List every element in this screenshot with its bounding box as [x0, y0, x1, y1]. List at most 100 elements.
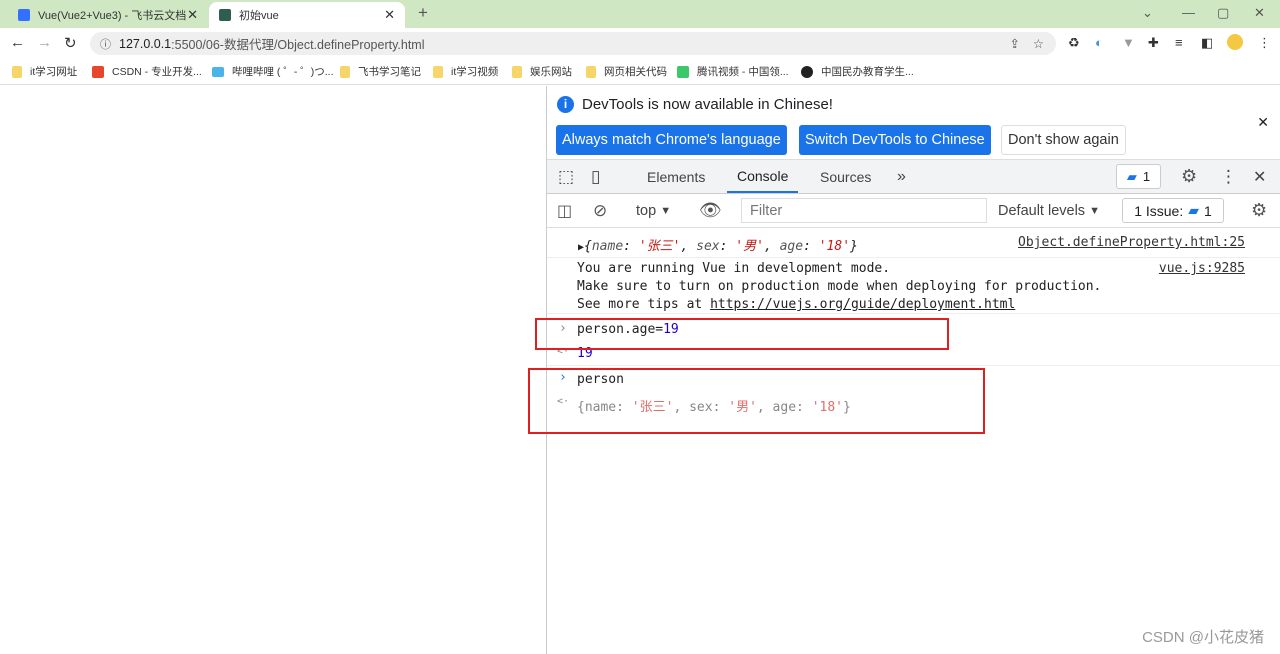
message-icon: ▰	[1126, 168, 1137, 184]
bookmark-folder[interactable]: it学习网址	[12, 64, 77, 79]
close-devtools-icon[interactable]: ✕	[1253, 160, 1266, 193]
match-language-button[interactable]: Always match Chrome's language	[556, 125, 787, 155]
tab-sources[interactable]: Sources	[820, 160, 871, 193]
vue-devtools-icon[interactable]: ▼	[1122, 35, 1135, 50]
doc-favicon-icon	[18, 9, 30, 21]
expand-triangle-icon[interactable]: ▶	[578, 242, 584, 253]
star-icon[interactable]: ☆	[1033, 36, 1044, 51]
source-link[interactable]: vue.js:9285	[1159, 261, 1245, 276]
issues-button[interactable]: 1 Issue: ▰ 1	[1122, 198, 1224, 223]
url-path: :5500/06-数据代理/Object.defineProperty.html	[171, 38, 425, 52]
media-icon[interactable]: ≡	[1175, 35, 1183, 50]
console-log-object: ▶{name: '张三', sex: '男', age: '18'} Objec…	[547, 228, 1280, 258]
tab-console[interactable]: Console	[727, 160, 799, 193]
bookmark-label: 娱乐网站	[530, 66, 572, 78]
dont-show-again-button[interactable]: Don't show again	[1001, 125, 1126, 155]
bookmark-label: it学习网址	[30, 66, 78, 78]
avatar[interactable]	[1227, 34, 1243, 50]
highlight-box	[528, 368, 985, 434]
language-banner: i DevTools is now available in Chinese! …	[547, 86, 1280, 160]
message-line: You are running Vue in development mode.	[577, 261, 891, 276]
back-icon[interactable]: ←	[10, 34, 25, 51]
maximize-button[interactable]: ▢	[1217, 5, 1229, 21]
switch-language-button[interactable]: Switch DevTools to Chinese	[799, 125, 991, 155]
bookmark-folder[interactable]: it学习视频	[433, 64, 498, 79]
folder-icon	[586, 65, 596, 78]
bookmarks-bar: it学习网址 CSDN - 专业开发... 哔哩哔哩 ( ゜- ゜)つ... 飞…	[0, 58, 1280, 85]
bookmark-folder[interactable]: 网页相关代码	[586, 64, 667, 79]
device-toolbar-icon[interactable]: ▯	[591, 160, 600, 193]
docs-link[interactable]: https://vuejs.org/guide/deployment.html	[710, 297, 1015, 312]
recycle-extension-icon[interactable]: ♻	[1068, 35, 1080, 51]
console-vue-message: You are running Vue in development mode.…	[547, 258, 1280, 314]
watermark: CSDN @小花皮猪	[1142, 629, 1264, 646]
tab-elements[interactable]: Elements	[647, 160, 705, 193]
tab-feishu[interactable]: Vue(Vue2+Vue3) - 飞书云文档 ✕	[8, 2, 208, 28]
folder-icon	[12, 65, 22, 78]
minimize-button[interactable]: —	[1182, 5, 1195, 20]
context-value: top	[636, 202, 657, 219]
reload-icon[interactable]: ↻	[64, 34, 77, 52]
context-selector[interactable]: top ▼	[636, 194, 671, 227]
dropdown-icon: ▼	[660, 204, 672, 217]
bilibili-icon	[212, 66, 224, 77]
close-window-button[interactable]: ✕	[1254, 5, 1265, 21]
browser-toolbar: ← → ↻ ⓘ 127.0.0.1:5500/06-数据代理/Object.de…	[0, 28, 1280, 58]
close-tab-icon[interactable]: ✕	[384, 7, 395, 23]
tab-strip: Vue(Vue2+Vue3) - 飞书云文档 ✕ 初始vue ✕ + ⌄ — ▢…	[0, 0, 1280, 28]
devtools-tabs: ⬚ ▯ Elements Console Sources » ▰ 1 ⚙ ⋮ ✕	[547, 160, 1280, 194]
settings-icon[interactable]: ⚙	[1181, 160, 1197, 193]
source-link[interactable]: Object.defineProperty.html:25	[1018, 235, 1245, 250]
bookmark-bilibili[interactable]: 哔哩哔哩 ( ゜- ゜)つ...	[212, 64, 334, 79]
bookmark-label: 中国民办教育学生...	[821, 66, 914, 78]
bookmark-tencent-video[interactable]: 腾讯视频 - 中国领...	[677, 64, 789, 79]
bookmark-label: CSDN - 专业开发...	[112, 66, 202, 78]
puzzle-icon[interactable]: ✚	[1148, 35, 1159, 51]
bookmark-csdn[interactable]: CSDN - 专业开发...	[92, 64, 202, 79]
dropdown-icon: ▼	[1089, 204, 1100, 217]
inspect-element-icon[interactable]: ⬚	[558, 160, 574, 193]
bookmark-folder[interactable]: 娱乐网站	[512, 64, 572, 79]
levels-value: Default levels	[998, 202, 1086, 219]
banner-text: DevTools is now available in Chinese!	[582, 96, 833, 113]
folder-icon	[433, 65, 443, 78]
side-panel-icon[interactable]: ◧	[1201, 35, 1213, 51]
folder-icon	[512, 65, 522, 78]
address-bar[interactable]: ⓘ 127.0.0.1:5500/06-数据代理/Object.definePr…	[90, 32, 1056, 55]
more-options-icon[interactable]: ⋮	[1220, 160, 1237, 193]
sidebar-toggle-icon[interactable]: ◫	[557, 194, 572, 227]
csdn-icon	[92, 65, 104, 78]
close-banner-icon[interactable]: ✕	[1257, 114, 1269, 131]
object-preview[interactable]: ▶{name: '张三', sex: '男', age: '18'}	[578, 235, 858, 254]
tab-title: Vue(Vue2+Vue3) - 飞书云文档	[38, 10, 187, 22]
info-icon: i	[557, 96, 574, 113]
log-levels-dropdown[interactable]: Default levels ▼	[998, 194, 1100, 227]
console-settings-icon[interactable]: ⚙	[1251, 194, 1267, 227]
menu-icon[interactable]: ⋮	[1258, 35, 1271, 51]
bookmark-label: 腾讯视频 - 中国领...	[697, 66, 789, 78]
issues-count: 1	[1204, 202, 1212, 219]
more-tabs-icon[interactable]: »	[897, 160, 906, 193]
message-line: See more tips at https://vuejs.org/guide…	[577, 297, 1016, 312]
messages-badge[interactable]: ▰ 1	[1116, 164, 1161, 189]
tab-title: 初始vue	[239, 10, 279, 22]
folder-icon	[340, 65, 350, 78]
tab-search-icon[interactable]: ⌄	[1142, 5, 1153, 21]
forward-icon[interactable]: →	[37, 34, 52, 51]
info-icon: ⓘ	[100, 38, 111, 51]
bookmark-label: it学习视频	[451, 66, 499, 78]
extension-icon[interactable]: ◐	[1095, 35, 1103, 50]
bookmark-label: 网页相关代码	[604, 66, 667, 78]
tab-vue[interactable]: 初始vue ✕	[209, 2, 405, 28]
bookmark-folder[interactable]: 飞书学习笔记	[340, 64, 421, 79]
share-icon[interactable]: ⇪	[1010, 36, 1020, 51]
bookmark-globe[interactable]: 中国民办教育学生...	[801, 64, 914, 79]
page-viewport	[0, 86, 546, 654]
filter-input[interactable]	[741, 198, 987, 223]
new-tab-button[interactable]: +	[418, 3, 428, 23]
close-tab-icon[interactable]: ✕	[187, 7, 198, 23]
clear-console-icon[interactable]: ⊘	[593, 194, 607, 227]
live-expression-eye-icon[interactable]: 👁	[699, 194, 722, 227]
url-host: 127.0.0.1	[119, 36, 172, 51]
issues-label: 1 Issue:	[1134, 202, 1184, 219]
